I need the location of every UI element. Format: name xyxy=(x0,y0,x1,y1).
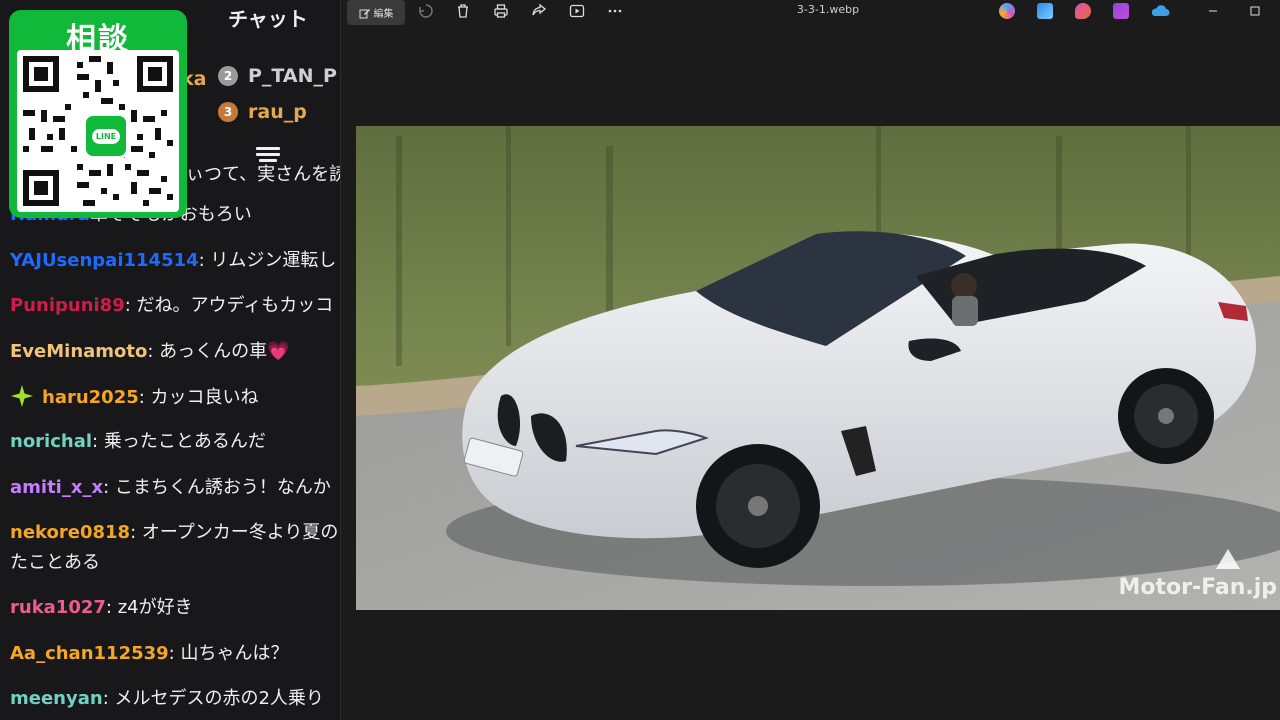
leaderboard-name: P_TAN_P xyxy=(248,65,337,87)
qr-finder-pattern xyxy=(23,56,59,92)
maximize-button[interactable] xyxy=(1247,3,1263,19)
designer-icon[interactable] xyxy=(1075,3,1091,19)
line-logo-icon: LINE xyxy=(83,113,129,159)
chat-panel: チャット ka 2 P_TAN_P 3 rau_p ぃつて、実さんを読 Hamu… xyxy=(0,0,340,720)
rotate-icon[interactable] xyxy=(418,3,434,19)
chat-username[interactable]: EveMinamoto xyxy=(10,341,147,362)
rank-badge: 3 xyxy=(218,102,238,122)
print-icon[interactable] xyxy=(493,3,509,19)
chat-text-wrap: たことある xyxy=(10,552,100,573)
chat-text: : リムジン運転し xyxy=(198,250,337,271)
clipchamp-icon[interactable] xyxy=(1113,3,1129,19)
chat-title: チャット xyxy=(228,7,308,31)
line-consult-promo[interactable]: 相談 LINE xyxy=(9,10,187,218)
motorfan-logo-icon xyxy=(1216,549,1240,569)
photos-editor-icon[interactable] xyxy=(1037,3,1053,19)
line-logo-text: LINE xyxy=(91,128,121,144)
rank-badge: 2 xyxy=(218,66,238,86)
car-photo-illustration xyxy=(356,126,1280,610)
chat-message: amiti_x_x: こまちくん誘おう！なんか xyxy=(10,475,340,501)
chat-username[interactable]: norichal xyxy=(10,431,92,452)
chat-text: : z4が好き xyxy=(105,597,193,618)
more-icon[interactable] xyxy=(607,3,623,19)
file-name: 3-3-1.webp xyxy=(796,3,860,16)
edit-label: 編集 xyxy=(373,9,394,20)
chat-username[interactable]: haru2025 xyxy=(42,387,139,408)
leaderboard-entry-3[interactable]: 3 rau_p xyxy=(218,99,307,125)
chat-text: : オープンカー冬より夏の xyxy=(130,522,339,543)
chat-username[interactable]: Punipuni89 xyxy=(10,295,125,316)
chat-username[interactable]: amiti_x_x xyxy=(10,477,103,498)
leaderboard-entry-2[interactable]: 2 P_TAN_P xyxy=(218,63,337,89)
delete-icon[interactable] xyxy=(455,3,471,19)
heart-emoji-icon: 💗 xyxy=(267,341,290,362)
qr-finder-pattern xyxy=(23,170,59,206)
chat-message: meenyan: メルセデスの赤の2人乗り xyxy=(10,686,340,712)
chat-text: : メルセデスの赤の2人乗り xyxy=(102,688,324,709)
chat-username[interactable]: YAJUsenpai114514 xyxy=(10,250,199,271)
minimize-button[interactable] xyxy=(1205,3,1221,19)
copilot-icon[interactable] xyxy=(999,3,1015,19)
chat-username[interactable]: meenyan xyxy=(10,688,103,709)
chat-message: nekore0818: オープンカー冬より夏の たことある xyxy=(10,520,340,573)
chat-text: : 山ちゃんは？ xyxy=(168,643,289,664)
chat-text: : あっくんの車 xyxy=(147,341,268,362)
chat-message: EveMinamoto: あっくんの車💗 xyxy=(10,339,340,365)
viewer-titlebar: 編集 3-3-1.webp xyxy=(341,0,1280,25)
edit-icon xyxy=(359,8,370,18)
chat-username[interactable]: nekore0818 xyxy=(10,522,130,543)
photo-viewer-window: 編集 3-3-1.webp Motor-Fan.jp xyxy=(340,0,1280,720)
qr-code[interactable]: LINE xyxy=(17,50,179,212)
chat-text: : だね。アウディもカッコ xyxy=(124,295,334,316)
qr-finder-pattern xyxy=(137,56,173,92)
chat-message: haru2025: カッコ良いね xyxy=(10,384,340,411)
chat-username[interactable]: ruka1027 xyxy=(10,597,106,618)
chat-message-partial: ぃつて、実さんを読 xyxy=(186,164,340,185)
chat-message: Aa_chan112539: 山ちゃんは？ xyxy=(10,641,340,667)
chat-message: ruka1027: z4が好き xyxy=(10,595,340,621)
chat-text: : 乗ったことあるんだ xyxy=(92,431,266,452)
chat-text: : カッコ良いね xyxy=(138,387,259,408)
sparkle-badge-icon xyxy=(11,385,33,407)
displayed-photo[interactable]: Motor-Fan.jp xyxy=(356,126,1280,610)
slideshow-icon[interactable] xyxy=(569,3,585,19)
chat-message: norichal: 乗ったことあるんだ xyxy=(10,429,340,455)
share-icon[interactable] xyxy=(531,3,547,19)
edit-button[interactable]: 編集 xyxy=(347,0,405,25)
chat-username[interactable]: Aa_chan112539 xyxy=(10,643,169,664)
photo-watermark: Motor-Fan.jp xyxy=(1118,575,1277,600)
chat-message: YAJUsenpai114514: リムジン運転し xyxy=(10,248,340,274)
chat-message: Punipuni89: だね。アウディもカッコ xyxy=(10,293,340,319)
leaderboard-name: rau_p xyxy=(248,101,307,123)
chat-text: : こまちくん誘おう！なんか xyxy=(103,477,331,498)
onedrive-icon[interactable] xyxy=(1150,3,1170,19)
